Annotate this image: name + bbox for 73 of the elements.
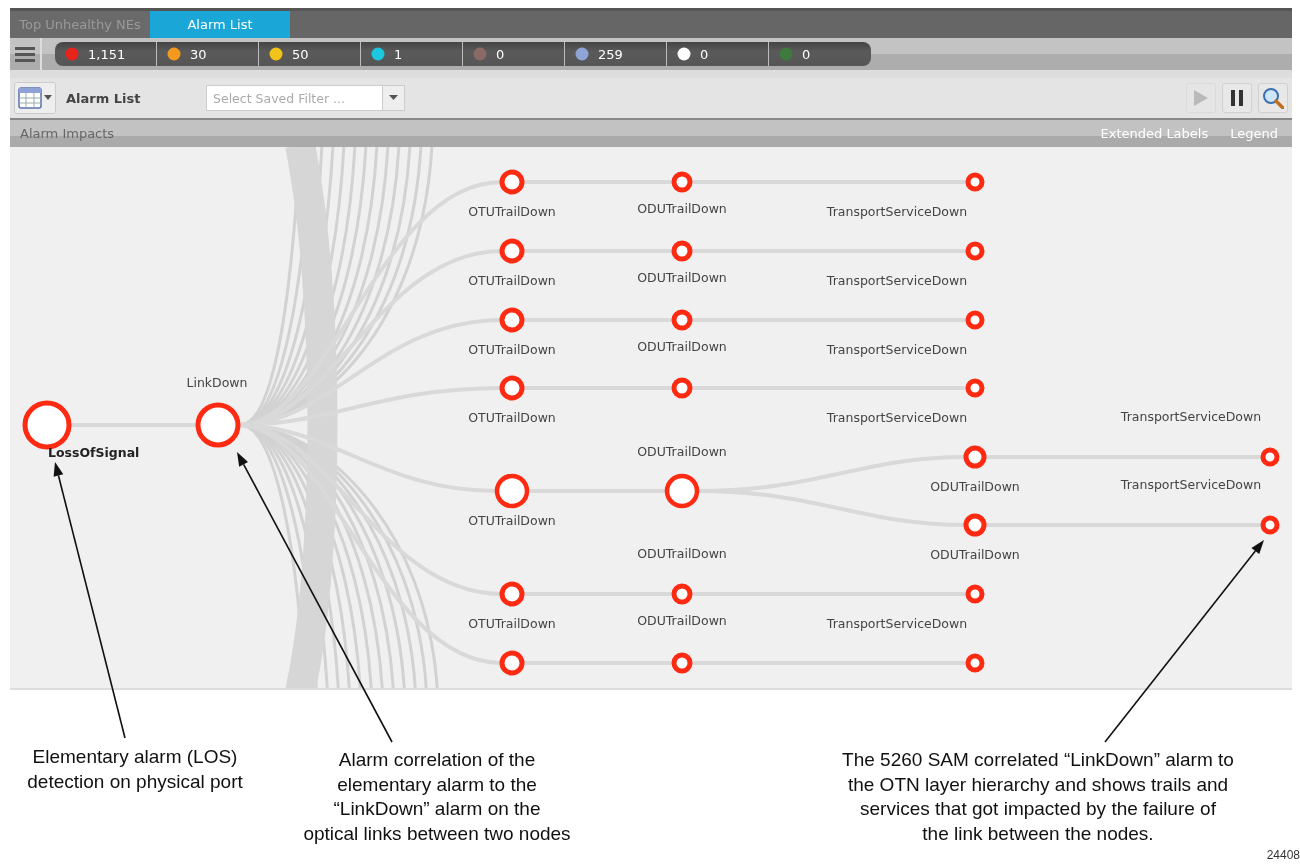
alarm-count[interactable]: 0 — [802, 46, 811, 62]
alarm-label: TransportServiceDown — [1120, 409, 1262, 424]
alarm-node[interactable] — [499, 375, 525, 401]
alarm-node[interactable] — [965, 378, 985, 398]
alarm-count[interactable]: 259 — [598, 46, 623, 62]
alarm-node[interactable] — [671, 171, 693, 193]
alarm-count[interactable]: 1,151 — [88, 46, 126, 62]
alarm-node[interactable] — [671, 377, 693, 399]
view-button[interactable] — [14, 82, 56, 114]
alarm-node[interactable] — [671, 652, 693, 674]
alarm-label: OTUTrailDown — [468, 273, 556, 288]
caret-icon — [44, 95, 52, 101]
alarm-node[interactable] — [499, 581, 525, 607]
alarm-count[interactable]: 30 — [190, 46, 207, 62]
alarm-label: ODUTrailDown — [637, 444, 727, 459]
panel-title: Alarm Impacts — [20, 126, 116, 141]
search-button[interactable] — [1258, 83, 1288, 113]
alarm-label: ODUTrailDown — [637, 613, 727, 628]
alarm-label: TransportServiceDown — [826, 273, 968, 288]
callout-text: Elementary alarm (LOS) detection on physical port — [27, 745, 243, 794]
figure-number: 24408 — [1266, 848, 1300, 862]
alarm-label: OTUTrailDown — [468, 342, 556, 357]
alarm-label: LinkDown — [186, 375, 248, 390]
callout-text: The 5260 SAM correlated “LinkDown” alarm to the OTN layer hierarchy and shows trails and services that got impacted by the failure of the link between the nodes. — [842, 748, 1234, 846]
alarm-node[interactable] — [963, 445, 987, 469]
alarm-node[interactable] — [1260, 515, 1280, 535]
alarm-label: TransportServiceDown — [1120, 477, 1262, 492]
alarm-node[interactable] — [499, 238, 525, 264]
caret-icon — [389, 95, 398, 101]
alarm-node[interactable] — [1260, 447, 1280, 467]
alarm-label: ODUTrailDown — [637, 270, 727, 285]
alarm-node[interactable] — [965, 241, 985, 261]
alarm-label: ODUTrailDown — [637, 339, 727, 354]
pause-button[interactable] — [1222, 83, 1252, 113]
alarm-label: LossOfSignal — [48, 445, 140, 460]
alarm-node[interactable] — [963, 513, 987, 537]
alarm-node[interactable] — [965, 172, 985, 192]
alarm-label: ODUTrailDown — [637, 201, 727, 216]
alarm-label: TransportServiceDown — [826, 204, 968, 219]
alarm-label: TransportServiceDown — [826, 342, 968, 357]
play-icon — [1193, 89, 1209, 107]
view-title: Alarm List — [66, 90, 142, 106]
search-icon — [1262, 87, 1284, 109]
alarm-node[interactable] — [965, 584, 985, 604]
alarm-node[interactable] — [499, 307, 525, 333]
callout-text: Alarm correlation of the elementary alarm to the “LinkDown” alarm on the optical links between two nodes — [303, 748, 571, 846]
dropdown-button[interactable] — [383, 85, 405, 111]
alarm-count[interactable]: 50 — [292, 46, 309, 62]
alarm-node[interactable] — [965, 310, 985, 330]
alarm-label: ODUTrailDown — [930, 479, 1020, 494]
alarm-label: OTUTrailDown — [468, 513, 556, 528]
alarm-node[interactable] — [499, 169, 525, 195]
alarm-label: OTUTrailDown — [468, 410, 556, 425]
alarm-label: OTUTrailDown — [468, 616, 556, 631]
alarm-label: ODUTrailDown — [637, 546, 727, 561]
alarm-node[interactable] — [671, 309, 693, 331]
alarm-node[interactable] — [671, 583, 693, 605]
alarm-count[interactable]: 1 — [394, 46, 403, 62]
alarm-node[interactable] — [965, 653, 985, 673]
alarm-label: TransportServiceDown — [826, 616, 968, 631]
pause-icon — [1231, 90, 1243, 106]
menu-icon[interactable] — [15, 46, 35, 62]
alarm-label: ODUTrailDown — [930, 547, 1020, 562]
alarm-node[interactable] — [499, 650, 525, 676]
saved-filter-field[interactable]: Select Saved Filter ... — [206, 85, 383, 111]
alarm-node[interactable] — [664, 473, 700, 509]
alarm-label: OTUTrailDown — [468, 204, 556, 219]
alarm-node[interactable] — [671, 240, 693, 262]
alarm-count[interactable]: 0 — [700, 46, 709, 62]
alarm-label: TransportServiceDown — [826, 410, 968, 425]
alarm-node[interactable] — [494, 473, 530, 509]
alarm-count[interactable]: 0 — [496, 46, 505, 62]
alarm-node[interactable] — [195, 402, 241, 448]
